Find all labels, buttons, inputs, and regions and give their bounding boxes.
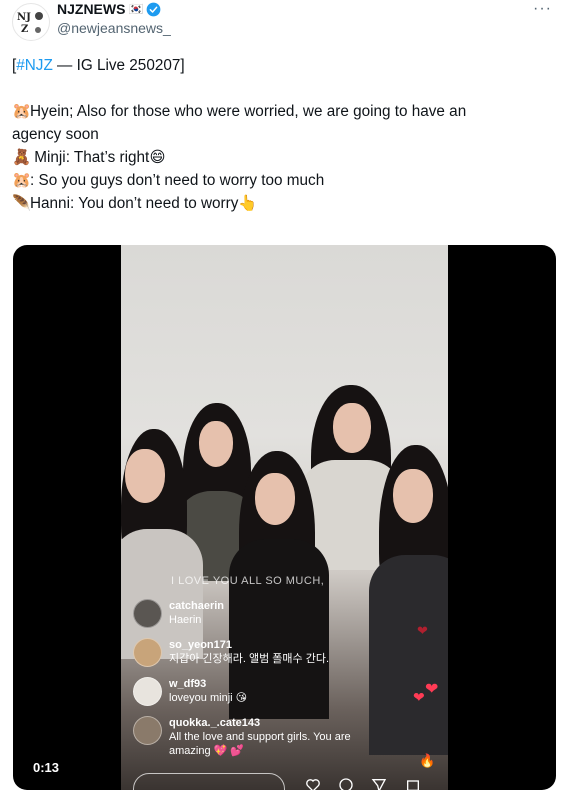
display-name-row[interactable]: NJZNEWS 🇰🇷 [57, 1, 161, 17]
profile-avatar[interactable]: NJ Z [12, 3, 50, 41]
comment-user: so_yeon171 [169, 639, 232, 651]
grin-emoji: 😄 [149, 149, 166, 166]
list-item: w_df93 loveyou minji 😘 [133, 677, 423, 706]
heart-outline-icon[interactable] [305, 777, 321, 790]
commenter-avatar [133, 638, 162, 667]
commenter-avatar [133, 716, 162, 745]
list-item: catchaerin Haerin [133, 599, 423, 628]
hashtag-link[interactable]: #NJZ [16, 57, 53, 74]
comment-text: Haerin [169, 614, 202, 626]
flame-icon: 🔥 [419, 753, 436, 768]
send-icon[interactable] [371, 777, 387, 790]
comment-user: catchaerin [169, 600, 225, 612]
pointing-up-emoji: 👆 [238, 195, 258, 212]
comment-input[interactable] [133, 773, 285, 790]
commenter-avatar [133, 677, 162, 706]
comment-user: w_df93 [169, 678, 207, 690]
heart-icon: ❤ [425, 681, 439, 698]
video-timestamp: 0:13 [33, 760, 60, 775]
tweet-line-2: 🐹Hyein; Also for those who were worried,… [12, 100, 552, 123]
question-icon[interactable] [338, 777, 354, 790]
list-item: so_yeon171 지갑아 긴장해라. 앨범 폴매수 간다. [133, 638, 423, 667]
svg-text:Z: Z [21, 24, 28, 35]
teddy-bear-emoji: 🧸 [12, 149, 32, 166]
tweet-line-6: 🪶Hanni: You don’t need to worry👆 [12, 192, 552, 215]
verified-badge-icon [147, 2, 161, 16]
svg-text:NJ: NJ [17, 12, 31, 23]
tweet-line-1: [#NJZ — IG Live 250207] [12, 57, 185, 74]
tweet-line-4: 🧸 Minji: That’s right😄 [12, 146, 552, 169]
comment-text: amazing 💖 💕 [169, 745, 245, 757]
comment-text: All the love and support girls. You are [169, 731, 351, 743]
korea-flag-icon: 🇰🇷 [128, 2, 144, 16]
user-handle[interactable]: @newjeansnews_ [57, 20, 171, 36]
live-comments: catchaerin Haerin so_yeon171 지갑아 긴장해라. 앨… [133, 599, 423, 768]
heart-icon: ❤ [413, 689, 425, 705]
hamster-emoji: 🐹 [12, 172, 32, 189]
tweet-body: [#NJZ — IG Live 250207] 🐹Hyein; Also for… [12, 54, 552, 215]
tweet-header: NJ Z NJZNEWS 🇰🇷 @newjeansnews_ ··· [0, 0, 570, 44]
hamster-emoji: 🐹 [12, 103, 32, 120]
display-name[interactable]: NJZNEWS [57, 1, 125, 17]
comment-text: 지갑아 긴장해라. 앨범 폴매수 간다. [169, 653, 330, 665]
more-options-icon[interactable]: ··· [533, 0, 552, 18]
live-caption: I LOVE YOU ALL SO MUCH, [171, 575, 325, 587]
tweet-line-5: 🐹: So you guys don’t need to worry too m… [12, 169, 552, 192]
list-item: quokka._.cate143 All the love and suppor… [133, 716, 423, 758]
commenter-avatar [133, 599, 162, 628]
feather-emoji: 🪶 [12, 195, 32, 212]
comment-user: quokka._.cate143 [169, 717, 261, 729]
comment-text: loveyou minji 😘 [169, 692, 248, 704]
tweet-line-3: agency soon [12, 126, 99, 143]
media-video[interactable]: I LOVE YOU ALL SO MUCH, catchaerin Haeri… [13, 245, 556, 790]
share-icon[interactable] [405, 777, 421, 790]
heart-icon: ❤ [417, 623, 428, 638]
